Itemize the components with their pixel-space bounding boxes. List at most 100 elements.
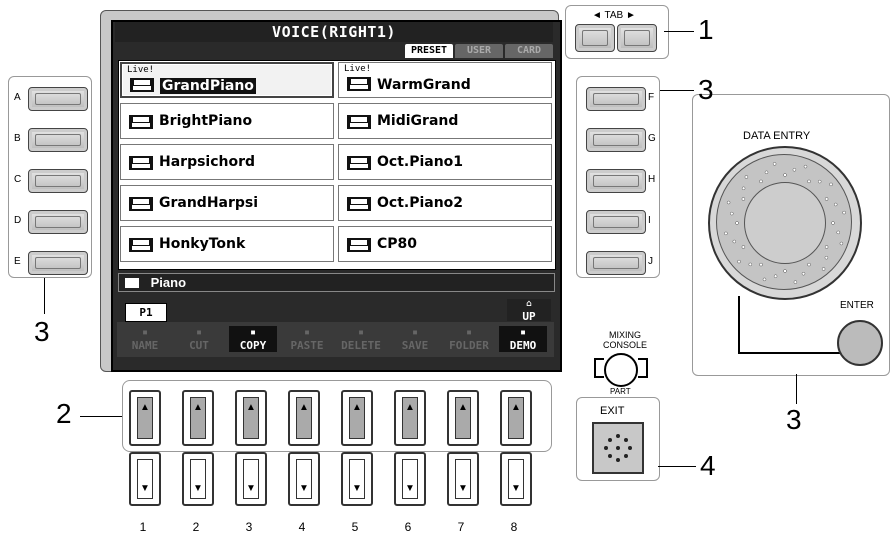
function-bar: ▪ NAME ▪ CUT ▪ COPY ▪ PASTE ▪ DELETE ▪ SAVE ▪ FOLDER ▪… xyxy=(117,322,554,357)
voice-name: WarmGrand xyxy=(377,77,471,93)
function-cut-button[interactable]: ▪ CUT xyxy=(175,326,223,352)
side-button-f[interactable] xyxy=(586,87,646,111)
function-demo-button[interactable]: ▪ DEMO xyxy=(499,326,547,352)
slider-number-label: 8 xyxy=(510,520,518,534)
arrow-up-icon: ▲ xyxy=(246,402,256,413)
voice-item[interactable]: Live! GrandPiano xyxy=(120,62,334,98)
piano-icon xyxy=(129,115,153,129)
function-label: PASTE xyxy=(290,339,324,352)
arrow-up-icon: ▲ xyxy=(352,402,362,413)
voice-item[interactable]: Harpsichord xyxy=(120,144,334,180)
voice-name: MidiGrand xyxy=(377,113,459,129)
side-button-h[interactable] xyxy=(586,169,646,193)
side-button-label: G xyxy=(648,133,656,144)
page-indicator[interactable]: P1 xyxy=(125,303,167,322)
part-bracket-left xyxy=(594,358,604,378)
arrow-up-icon: ▲ xyxy=(511,402,521,413)
delete-icon: ▪ xyxy=(357,327,365,338)
enter-label: ENTER xyxy=(840,300,874,311)
enter-button[interactable] xyxy=(837,320,883,366)
data-entry-dial[interactable] xyxy=(708,146,862,300)
up-button[interactable]: ⌂ UP xyxy=(507,299,551,323)
voice-item[interactable]: Oct.Piano1 xyxy=(338,144,552,180)
side-button-d[interactable] xyxy=(28,210,88,234)
tab-right-button[interactable] xyxy=(617,24,657,52)
arrow-up-icon: ▲ xyxy=(299,402,309,413)
exit-dots-icon xyxy=(604,434,632,462)
side-button-label: F xyxy=(648,92,655,103)
callout-line-right xyxy=(660,90,694,91)
copy-icon: ▪ xyxy=(249,327,257,338)
voice-item[interactable]: MidiGrand xyxy=(338,103,552,139)
voice-item[interactable]: Live! WarmGrand xyxy=(338,62,552,98)
exit-button[interactable] xyxy=(592,422,644,474)
function-paste-button[interactable]: ▪ PASTE xyxy=(283,326,331,352)
voice-name: Harpsichord xyxy=(159,154,256,170)
slider-up-button[interactable]: ▲ xyxy=(394,390,426,446)
callout-line-sliders xyxy=(80,416,122,417)
slider-down-button[interactable]: ▼ xyxy=(235,452,267,506)
slider-number-label: 7 xyxy=(457,520,465,534)
arrow-down-icon: ▼ xyxy=(458,483,468,494)
arrow-down-icon: ▼ xyxy=(246,483,256,494)
side-button-i[interactable] xyxy=(586,210,646,234)
slider-down-button[interactable]: ▼ xyxy=(447,452,479,506)
callout-right-buttons: 3 xyxy=(698,74,714,105)
voice-item[interactable]: Oct.Piano2 xyxy=(338,185,552,221)
slider-up-button[interactable]: ▲ xyxy=(447,390,479,446)
slider-up-button[interactable]: ▲ xyxy=(288,390,320,446)
tab-preset[interactable]: PRESET xyxy=(405,44,453,58)
screen-title: VOICE(RIGHT1) xyxy=(115,22,553,42)
side-button-label: A xyxy=(14,92,21,103)
function-copy-button[interactable]: ▪ COPY xyxy=(229,326,277,352)
function-name-button[interactable]: ▪ NAME xyxy=(121,326,169,352)
voice-item[interactable]: GrandHarpsi xyxy=(120,185,334,221)
function-label: NAME xyxy=(131,339,159,352)
side-button-j[interactable] xyxy=(586,251,646,275)
slider-number-label: 5 xyxy=(351,520,359,534)
live-badge: Live! xyxy=(127,65,155,75)
arrow-down-icon: ▼ xyxy=(193,483,203,494)
tab-left-button[interactable] xyxy=(575,24,615,52)
slider-number-label: 3 xyxy=(245,520,253,534)
side-button-c[interactable] xyxy=(28,169,88,193)
voice-item[interactable]: CP80 xyxy=(338,226,552,262)
slider-down-button[interactable]: ▼ xyxy=(182,452,214,506)
part-bracket-right xyxy=(638,358,648,378)
side-button-label: J xyxy=(648,256,653,267)
function-delete-button[interactable]: ▪ DELETE xyxy=(337,326,385,352)
side-button-label: B xyxy=(14,133,21,144)
voice-name: Oct.Piano2 xyxy=(377,195,464,211)
slider-up-button[interactable]: ▲ xyxy=(235,390,267,446)
side-button-label: H xyxy=(648,174,656,185)
slider-down-button[interactable]: ▼ xyxy=(129,452,161,506)
slider-down-button[interactable]: ▼ xyxy=(288,452,320,506)
name-icon: ▪ xyxy=(141,327,149,338)
save-icon: ▪ xyxy=(411,327,419,338)
function-save-button[interactable]: ▪ SAVE xyxy=(391,326,439,352)
function-label: DELETE xyxy=(341,339,381,352)
slider-down-button[interactable]: ▼ xyxy=(341,452,373,506)
side-button-b[interactable] xyxy=(28,128,88,152)
slider-down-button[interactable]: ▼ xyxy=(394,452,426,506)
voice-item[interactable]: HonkyTonk xyxy=(120,226,334,262)
voice-name: BrightPiano xyxy=(159,113,253,129)
piano-icon xyxy=(347,238,371,252)
slider-up-button[interactable]: ▲ xyxy=(182,390,214,446)
slider-up-button[interactable]: ▲ xyxy=(500,390,532,446)
side-button-a[interactable] xyxy=(28,87,88,111)
demo-icon: ▪ xyxy=(519,327,527,338)
harpsichord-icon xyxy=(129,156,153,170)
function-label: CUT xyxy=(189,339,209,352)
slider-up-button[interactable]: ▲ xyxy=(341,390,373,446)
voice-item[interactable]: BrightPiano xyxy=(120,103,334,139)
slider-down-button[interactable]: ▼ xyxy=(500,452,532,506)
mixing-console-button[interactable] xyxy=(604,353,638,387)
slider-up-button[interactable]: ▲ xyxy=(129,390,161,446)
side-button-g[interactable] xyxy=(586,128,646,152)
tab-user[interactable]: USER xyxy=(455,44,503,58)
function-folder-button[interactable]: ▪ FOLDER xyxy=(445,326,493,352)
slider-number-label: 6 xyxy=(404,520,412,534)
tab-card[interactable]: CARD xyxy=(505,44,553,58)
side-button-e[interactable] xyxy=(28,251,88,275)
